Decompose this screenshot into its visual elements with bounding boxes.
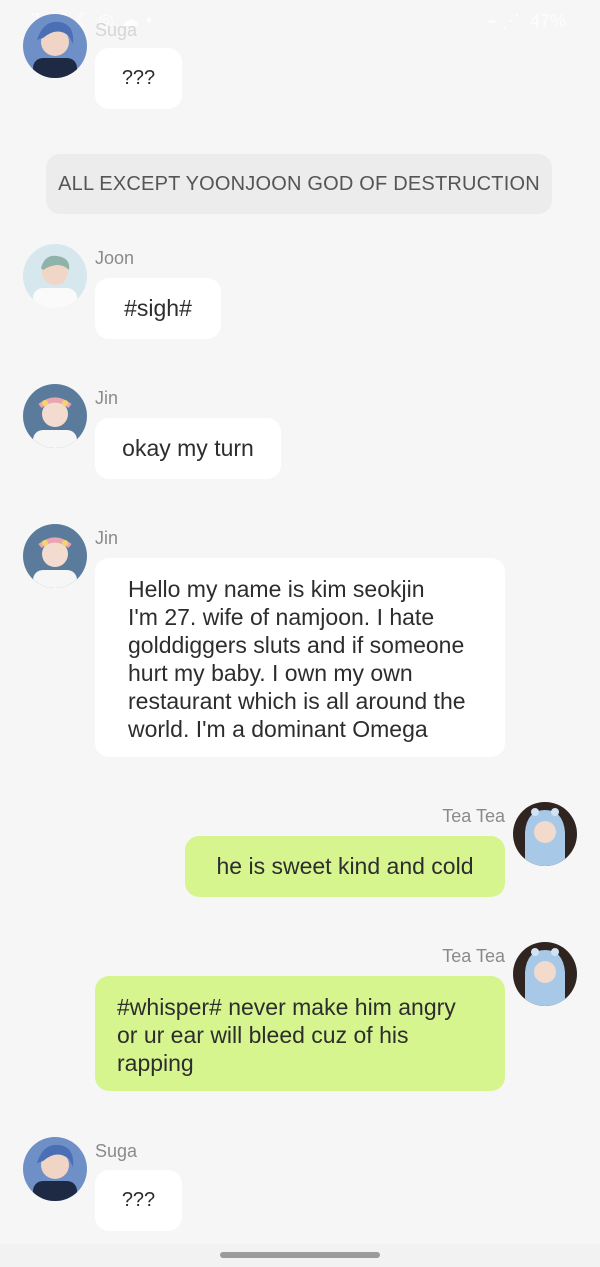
avatar-suga[interactable] bbox=[23, 1137, 87, 1201]
message-line: or ur ear will bleed cuz of his bbox=[117, 1022, 409, 1048]
message-bubble[interactable]: ??? bbox=[95, 48, 182, 109]
message-line: hurt my baby. I own my own bbox=[128, 660, 413, 686]
message-bubble[interactable]: he is sweet kind and cold bbox=[185, 836, 505, 897]
message-line: world. I'm a dominant Omega bbox=[128, 716, 428, 742]
home-indicator[interactable] bbox=[220, 1252, 380, 1258]
sender-name: Joon bbox=[95, 248, 135, 268]
sender-name: Suga bbox=[95, 1141, 138, 1161]
avatar-joon[interactable] bbox=[23, 244, 87, 308]
message-bubble[interactable]: ??? bbox=[95, 1170, 182, 1231]
message-bubble[interactable]: okay my turn bbox=[95, 418, 281, 479]
sender-name: Jin bbox=[95, 388, 119, 408]
status-icons: ⌁ ⋰ 47% bbox=[486, 11, 566, 32]
message-bubble[interactable]: #whisper# never make him angry or ur ear… bbox=[95, 976, 505, 1091]
sender-name: Jin bbox=[95, 528, 119, 548]
sender-name: Tea Tea bbox=[442, 806, 505, 826]
message-line: golddiggers sluts and if someone bbox=[128, 632, 465, 658]
message-line: Hello my name is kim seokjin bbox=[128, 576, 425, 602]
sender-name: Suga bbox=[95, 20, 138, 40]
system-message: ALL EXCEPT YOONJOON GOD OF DESTRUCTION bbox=[46, 154, 552, 214]
message-bubble[interactable]: #sigh# bbox=[95, 278, 221, 339]
status-bar: 2:42 ☾ ◎ ☁ • ⌁ ⋰ 47% bbox=[0, 0, 600, 44]
sender-name: Tea Tea bbox=[442, 946, 505, 966]
message-line: I'm 27. wife of namjoon. I hate bbox=[128, 604, 435, 630]
avatar-jin[interactable] bbox=[23, 384, 87, 448]
message-line: rapping bbox=[117, 1050, 194, 1076]
message-line: #whisper# never make him angry bbox=[117, 994, 456, 1020]
signal-icon: ⌁ ⋰ bbox=[486, 11, 520, 31]
avatar-teatea[interactable] bbox=[513, 802, 577, 866]
avatar-jin[interactable] bbox=[23, 524, 87, 588]
battery-level: 47% bbox=[529, 11, 566, 31]
avatar-suga[interactable] bbox=[23, 14, 87, 78]
message-bubble[interactable]: Hello my name is kim seokjin I'm 27. wif… bbox=[95, 558, 505, 757]
message-line: restaurant which is all around the bbox=[128, 688, 466, 714]
avatar-teatea[interactable] bbox=[513, 942, 577, 1006]
